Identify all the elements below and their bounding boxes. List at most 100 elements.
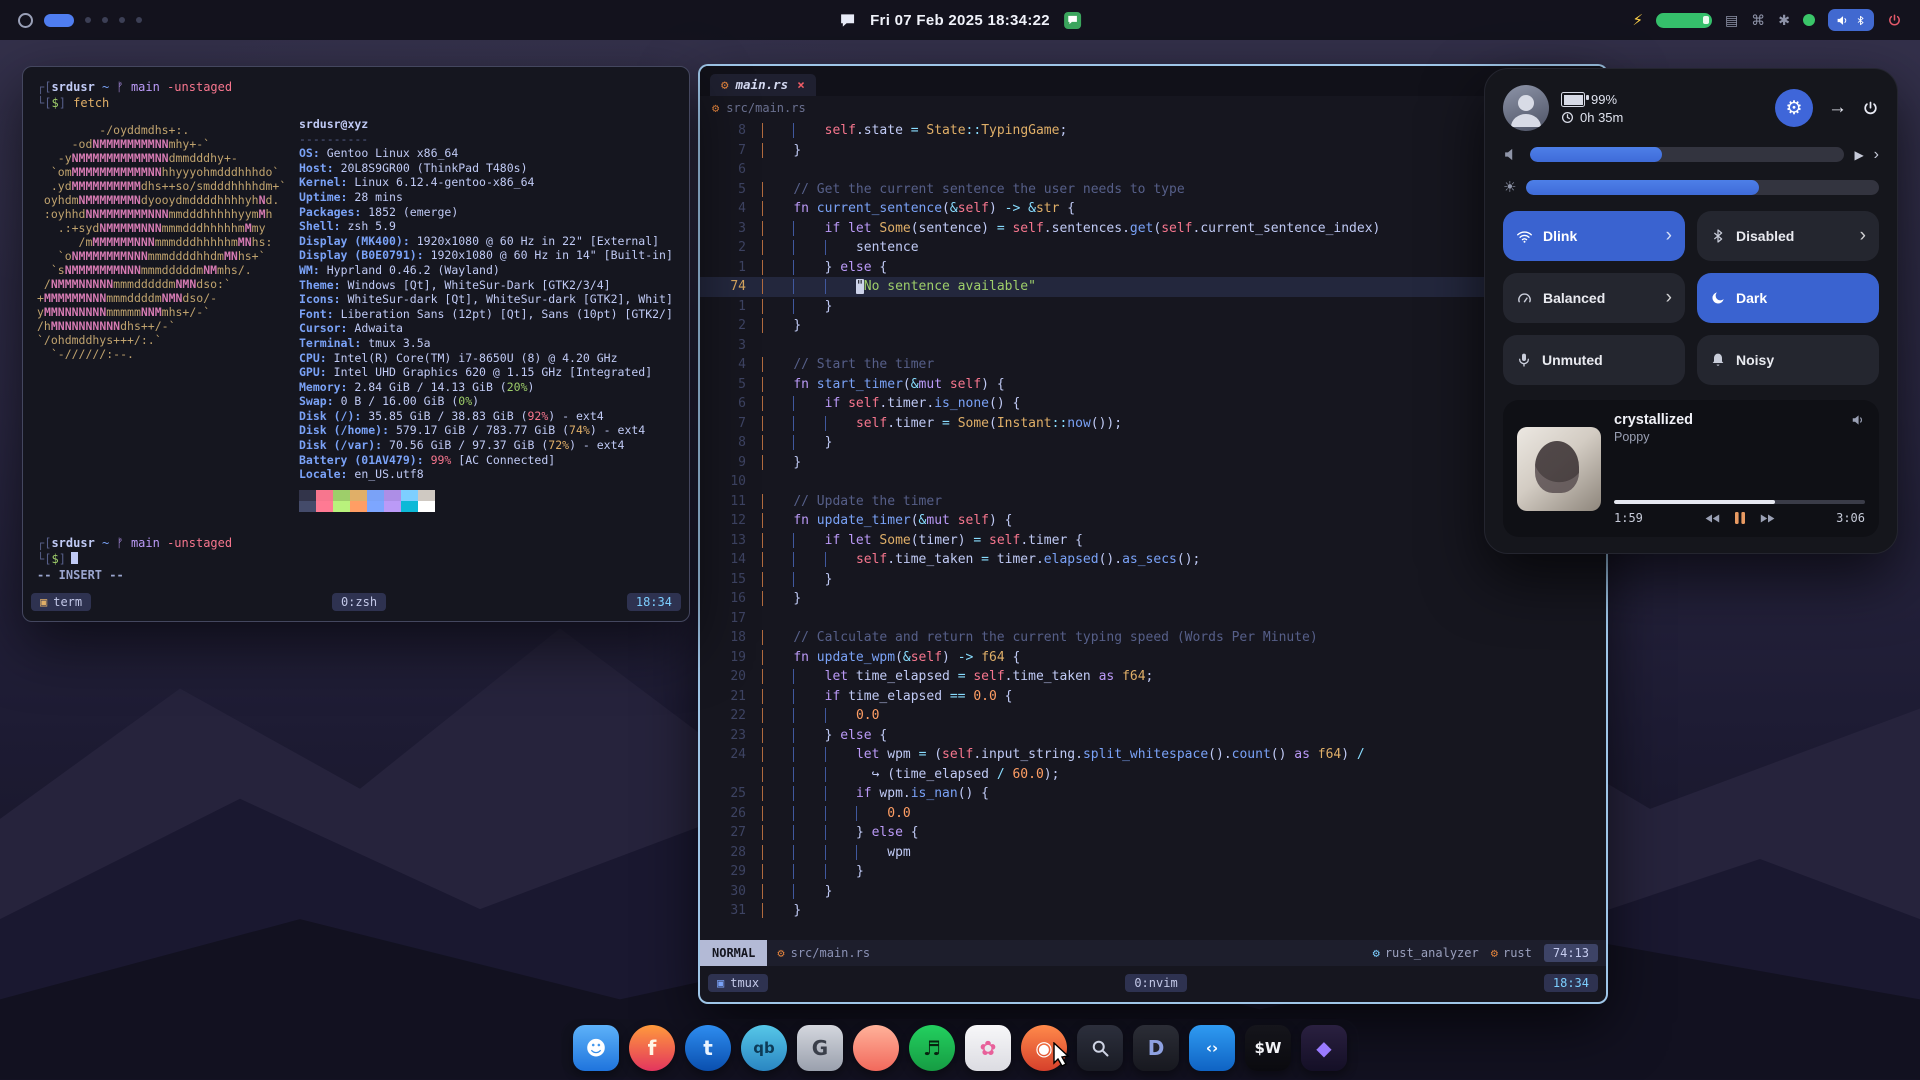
editor-line[interactable]: 12 fn update_timer(&mut self) { xyxy=(700,511,1606,531)
battery-indicator[interactable] xyxy=(1656,13,1712,28)
play-icon[interactable]: ▶ xyxy=(1854,148,1863,162)
dock-item-files[interactable]: ☻ xyxy=(573,1025,619,1071)
editor-line[interactable]: 29 } xyxy=(700,862,1606,882)
session-exit-button[interactable]: → xyxy=(1828,97,1847,119)
dock-item-thunderbird[interactable]: t xyxy=(685,1025,731,1071)
editor-line[interactable]: 14 self.time_taken = timer.elapsed().as_… xyxy=(700,550,1606,570)
editor-line[interactable]: 24 let wpm = (self.input_string.split_wh… xyxy=(700,745,1606,765)
editor-line[interactable]: 7 } xyxy=(700,141,1606,161)
toggle-power-profile[interactable]: Balanced› xyxy=(1503,273,1685,323)
editor-line[interactable]: 8 self.state = State::TypingGame; xyxy=(700,121,1606,141)
editor-line[interactable]: 2 sentence xyxy=(700,238,1606,258)
clock[interactable]: Fri 07 Feb 2025 18:34:22 xyxy=(870,12,1050,29)
dock-item-firefox[interactable]: f xyxy=(629,1025,675,1071)
editor-line[interactable]: 5 fn start_timer(&mut self) { xyxy=(700,375,1606,395)
editor-line[interactable]: ↪ (time_elapsed / 60.0); xyxy=(700,765,1606,785)
dock-item-search[interactable] xyxy=(1077,1025,1123,1071)
toggle-notifications[interactable]: Noisy xyxy=(1697,335,1879,385)
toggle-bluetooth[interactable]: Disabled› xyxy=(1697,211,1879,261)
editor-line[interactable]: 8 } xyxy=(700,433,1606,453)
settings-button[interactable]: ⚙ xyxy=(1775,89,1813,127)
tab-main-rs[interactable]: ⚙ main.rs × xyxy=(710,74,816,96)
workspace-dot[interactable] xyxy=(102,17,108,23)
editor-line[interactable]: 6 if self.timer.is_none() { xyxy=(700,394,1606,414)
workspace-dot[interactable] xyxy=(85,17,91,23)
terminal-window[interactable]: ┌[srdusr ~ ᚠ main -unstaged └[$] fetch -… xyxy=(22,66,690,622)
editor-line[interactable]: 22 0.0 xyxy=(700,706,1606,726)
brightness-slider[interactable]: ☀ xyxy=(1503,178,1879,196)
editor-line[interactable]: 23 } else { xyxy=(700,726,1606,746)
chat-bubble-icon[interactable] xyxy=(839,13,856,28)
previous-track-button[interactable] xyxy=(1704,513,1720,524)
tmux-window-badge[interactable]: 0:zsh xyxy=(332,593,386,611)
dock-item-wallstreet[interactable]: $W xyxy=(1245,1025,1291,1071)
tray-asterisk-icon[interactable]: ✱ xyxy=(1778,12,1790,29)
workspace-active-indicator[interactable] xyxy=(44,14,74,27)
editor-line[interactable]: 4 // Start the timer xyxy=(700,355,1606,375)
pause-button[interactable] xyxy=(1734,511,1746,525)
spotify-tray-icon[interactable] xyxy=(1803,14,1815,26)
volume-slider[interactable]: ▶ › xyxy=(1503,146,1879,163)
editor-line[interactable]: 28 wpm xyxy=(700,843,1606,863)
toggle-wifi[interactable]: Dlink› xyxy=(1503,211,1685,261)
dock-item-vscode[interactable]: ‹› xyxy=(1189,1025,1235,1071)
player-progress[interactable] xyxy=(1614,500,1865,504)
editor-line[interactable]: 17 xyxy=(700,609,1606,629)
dock-item-peach-app[interactable] xyxy=(853,1025,899,1071)
command-key-icon[interactable]: ⌘ xyxy=(1751,12,1765,29)
editor-line[interactable]: 1 } else { xyxy=(700,258,1606,278)
chevron-right-icon[interactable]: › xyxy=(1874,150,1879,160)
editor-line[interactable]: 3 xyxy=(700,336,1606,356)
tmux-window-badge[interactable]: 0:nvim xyxy=(1125,974,1186,992)
editor-line[interactable]: 9 } xyxy=(700,453,1606,473)
power-mode-icon[interactable]: ⚡ xyxy=(1632,11,1643,29)
editor-line[interactable]: 74 "No sentence available" xyxy=(700,277,1606,297)
toggle-theme[interactable]: Dark xyxy=(1697,273,1879,323)
editor-line[interactable]: 6 xyxy=(700,160,1606,180)
dock-item-discord[interactable]: D xyxy=(1133,1025,1179,1071)
album-art[interactable] xyxy=(1517,427,1601,511)
editor-line[interactable]: 4 fn current_sentence(&self) -> &str { xyxy=(700,199,1606,219)
power-button[interactable] xyxy=(1862,100,1879,117)
workspace-dot[interactable] xyxy=(136,17,142,23)
editor-line[interactable]: 21 if time_elapsed == 0.0 { xyxy=(700,687,1606,707)
editor-line[interactable]: 15 } xyxy=(700,570,1606,590)
toggle-microphone[interactable]: Unmuted xyxy=(1503,335,1685,385)
editor-line[interactable]: 20 let time_elapsed = self.time_taken as… xyxy=(700,667,1606,687)
tmux-session-badge[interactable]: ▣term xyxy=(31,593,91,611)
dock-item-ghostty[interactable]: G xyxy=(797,1025,843,1071)
editor-line[interactable]: 2 } xyxy=(700,316,1606,336)
editor-line[interactable]: 7 self.timer = Some(Instant::now()); xyxy=(700,414,1606,434)
player-volume-icon[interactable] xyxy=(1851,413,1865,427)
workspace-dot[interactable] xyxy=(119,17,125,23)
next-track-button[interactable] xyxy=(1760,513,1776,524)
dock-item-obsidian[interactable]: ◆ xyxy=(1301,1025,1347,1071)
editor-line[interactable]: 31 } xyxy=(700,901,1606,921)
workspace-ring-icon[interactable] xyxy=(18,13,33,28)
editor-line[interactable]: 19 fn update_wpm(&self) -> f64 { xyxy=(700,648,1606,668)
editor-line[interactable]: 13 if let Some(timer) = self.timer { xyxy=(700,531,1606,551)
power-icon[interactable] xyxy=(1887,13,1902,28)
editor-line[interactable]: 5 // Get the current sentence the user n… xyxy=(700,180,1606,200)
editor-line[interactable]: 16 } xyxy=(700,589,1606,609)
volume-bluetooth-applet[interactable] xyxy=(1828,9,1874,31)
editor-line[interactable]: 1 } xyxy=(700,297,1606,317)
editor-lines[interactable]: 8 self.state = State::TypingGame;7 }65 /… xyxy=(700,120,1606,940)
dock-item-qbittorrent[interactable]: qb xyxy=(741,1025,787,1071)
editor-line[interactable]: 18 // Calculate and return the current t… xyxy=(700,628,1606,648)
editor-window[interactable]: ⚙ main.rs × ⚙ src/main.rs 8 self.state =… xyxy=(700,66,1606,1002)
messages-icon[interactable] xyxy=(1064,12,1081,29)
editor-line[interactable]: 11 // Update the timer xyxy=(700,492,1606,512)
editor-line[interactable]: 25 if wpm.is_nan() { xyxy=(700,784,1606,804)
tmux-session-badge[interactable]: ▣tmux xyxy=(708,974,768,992)
editor-line[interactable]: 30 } xyxy=(700,882,1606,902)
dock-item-photos[interactable]: ✿ xyxy=(965,1025,1011,1071)
tray-grid-icon[interactable]: ▤ xyxy=(1725,12,1738,29)
editor-line[interactable]: 27 } else { xyxy=(700,823,1606,843)
tab-close-icon[interactable]: × xyxy=(797,77,805,92)
dock-item-spotify[interactable]: ♬ xyxy=(909,1025,955,1071)
editor-line[interactable]: 3 if let Some(sentence) = self.sentences… xyxy=(700,219,1606,239)
editor-line[interactable]: 26 0.0 xyxy=(700,804,1606,824)
user-avatar[interactable] xyxy=(1503,85,1549,131)
editor-line[interactable]: 10 xyxy=(700,472,1606,492)
